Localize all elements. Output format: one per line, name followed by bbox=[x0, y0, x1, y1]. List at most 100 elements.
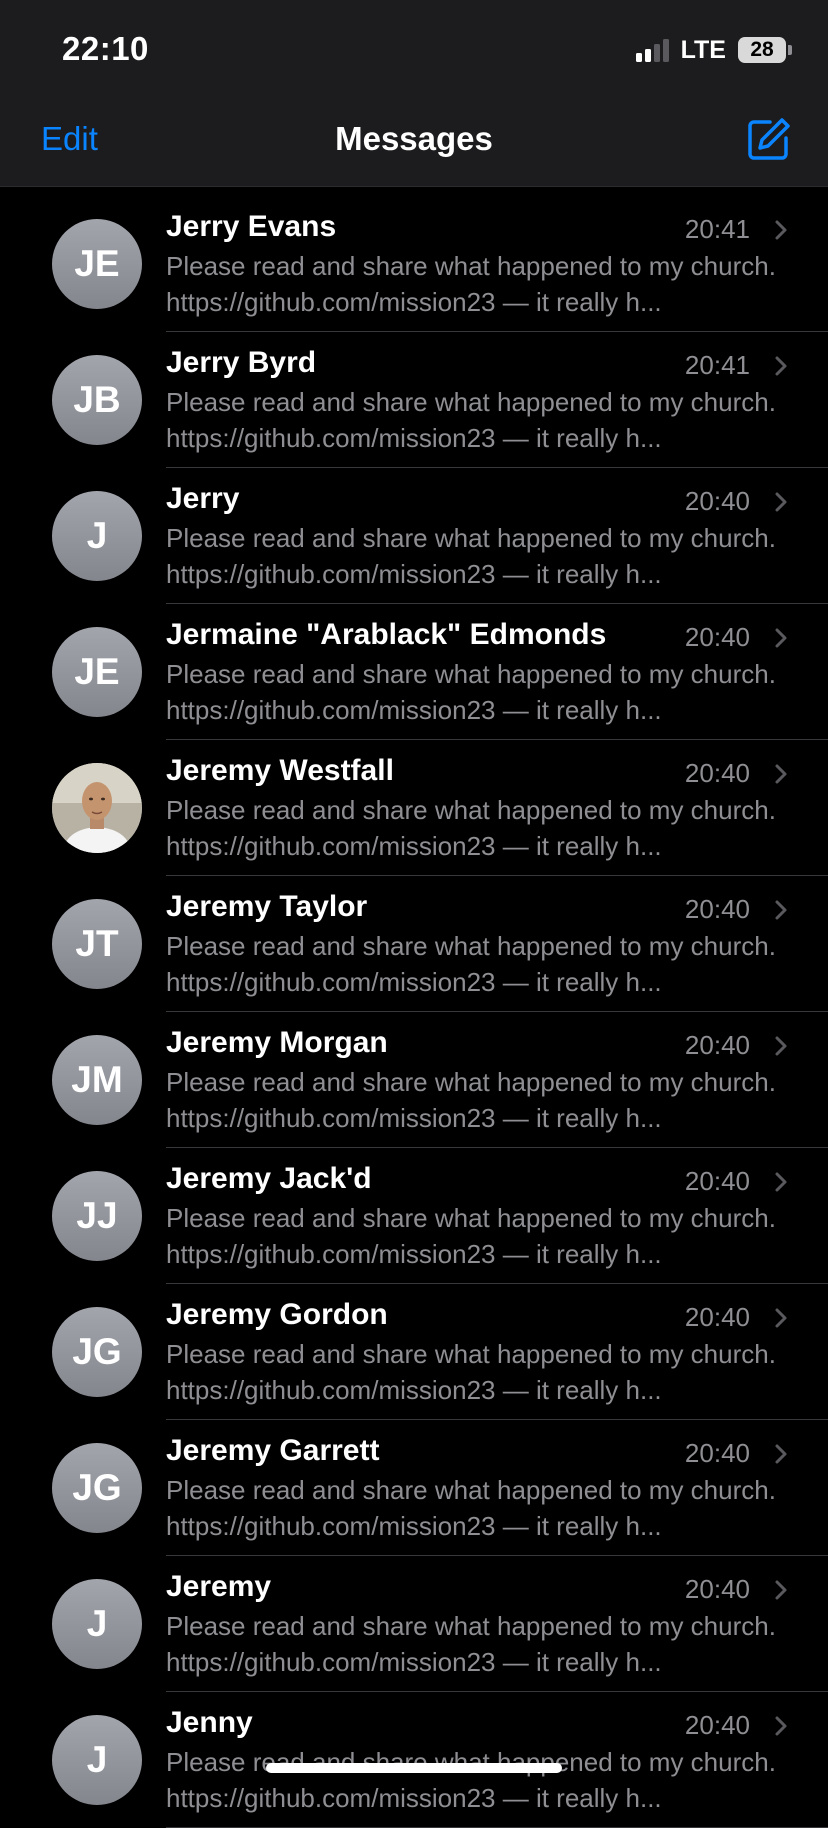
message-time: 20:40 bbox=[684, 1302, 750, 1332]
message-preview: Please read and share what happened to m… bbox=[166, 387, 776, 453]
conversation-content: Jeremy Jack'd 20:40 Please read and share … bbox=[166, 1148, 828, 1284]
status-indicators: LTE 28 bbox=[635, 34, 792, 66]
contact-photo-avatar bbox=[52, 763, 142, 853]
contact-initials-avatar: JE bbox=[52, 627, 142, 717]
network-type: LTE bbox=[680, 35, 726, 64]
message-preview: Please read and share what happened to m… bbox=[166, 795, 776, 861]
contact-initials-avatar: J bbox=[52, 1579, 142, 1669]
chevron-right-icon bbox=[772, 1442, 790, 1466]
contact-name: Jeremy Garrett bbox=[166, 1434, 380, 1467]
contact-initials-avatar: J bbox=[52, 491, 142, 581]
chevron-right-icon bbox=[772, 626, 790, 650]
conversation-content: Jerry 20:40 Please read and share what hap… bbox=[166, 468, 828, 604]
message-preview: Please read and share what happened to m… bbox=[166, 1611, 776, 1677]
conversation-row[interactable]: JE Jermaine "Arablack" Edmonds 20:40 Please… bbox=[0, 604, 828, 740]
message-time: 20:41 bbox=[684, 350, 750, 380]
battery-tip bbox=[788, 45, 792, 55]
conversation-row[interactable]: JT Jeremy Taylor 20:40 Please read and shar… bbox=[0, 876, 828, 1012]
conversation-content: Jerry Byrd 20:41 Please read and share wha… bbox=[166, 332, 828, 468]
message-time: 20:41 bbox=[684, 214, 750, 244]
conversation-row[interactable]: J Jenny 20:40 Please read and share what ha… bbox=[0, 1692, 828, 1828]
chevron-right-icon bbox=[772, 1034, 790, 1058]
avatar-initials: JE bbox=[74, 651, 120, 692]
home-indicator[interactable] bbox=[266, 1763, 562, 1773]
avatar-initials: J bbox=[86, 1603, 108, 1644]
page-title-wrap: Messages bbox=[0, 120, 828, 158]
page-title: Messages bbox=[335, 120, 493, 157]
contact-initials-avatar: JG bbox=[52, 1307, 142, 1397]
message-time: 20:40 bbox=[684, 1710, 750, 1740]
contact-name: Jeremy Morgan bbox=[166, 1026, 388, 1059]
cellular-signal-icon bbox=[635, 38, 669, 62]
message-preview: Please read and share what happened to m… bbox=[166, 659, 776, 725]
avatar-initials: JB bbox=[73, 379, 121, 420]
message-preview: Please read and share what happened to m… bbox=[166, 1339, 776, 1405]
contact-initials-avatar: JB bbox=[52, 355, 142, 445]
message-preview: Please read and share what happened to m… bbox=[166, 1475, 776, 1541]
contact-initials-avatar: JJ bbox=[52, 1171, 142, 1261]
conversation-row[interactable]: JB Jerry Byrd 20:41 Please read and share w… bbox=[0, 332, 828, 468]
chevron-right-icon bbox=[772, 1306, 790, 1330]
chevron-right-icon bbox=[772, 1578, 790, 1602]
contact-initials-avatar: JM bbox=[52, 1035, 142, 1125]
message-time: 20:40 bbox=[684, 1030, 750, 1060]
avatar-initials: J bbox=[86, 1739, 108, 1780]
contact-initials-avatar: JE bbox=[52, 219, 142, 309]
message-time: 20:40 bbox=[684, 758, 750, 788]
message-time: 20:40 bbox=[684, 894, 750, 924]
conversation-row[interactable]: J Jeremy 20:40 Please read and share what h… bbox=[0, 1556, 828, 1692]
contact-name: Jeremy Jack'd bbox=[166, 1162, 372, 1195]
compose-button[interactable] bbox=[746, 116, 792, 162]
chevron-right-icon bbox=[772, 218, 790, 242]
contact-name: Jeremy Gordon bbox=[166, 1298, 388, 1331]
contact-name: Jermaine "Arablack" Edmonds bbox=[166, 618, 607, 651]
contact-name: Jenny bbox=[166, 1706, 253, 1739]
conversation-content: Jeremy Garrett 20:40 Please read and share… bbox=[166, 1420, 828, 1556]
conversation-list: JE Jerry Evans 20:41 Please read and share … bbox=[0, 196, 828, 1828]
conversation-row[interactable]: J Jerry 20:40 Please read and share what ha… bbox=[0, 468, 828, 604]
message-preview: Please read and share what happened to m… bbox=[166, 1747, 776, 1813]
contact-name: Jeremy Westfall bbox=[166, 754, 394, 787]
conversation-content: Jeremy Gordon 20:40 Please read and share … bbox=[166, 1284, 828, 1420]
message-preview: Please read and share what happened to m… bbox=[166, 1067, 776, 1133]
avatar-initials: J bbox=[86, 515, 108, 556]
avatar-initials: JE bbox=[74, 243, 120, 284]
compose-icon bbox=[748, 118, 790, 160]
message-preview: Please read and share what happened to m… bbox=[166, 251, 776, 317]
status-time: 22:10 bbox=[62, 30, 149, 67]
contact-name: Jerry bbox=[166, 482, 240, 515]
conversation-content: Jeremy Morgan 20:40 Please read and share … bbox=[166, 1012, 828, 1148]
conversation-row[interactable]: JG Jeremy Garrett 20:40 Please read and sha… bbox=[0, 1420, 828, 1556]
chevron-right-icon bbox=[772, 1714, 790, 1738]
message-time: 20:40 bbox=[684, 622, 750, 652]
battery-icon: 28 bbox=[738, 37, 786, 63]
conversation-row[interactable]: Jeremy Westfall 20:40 Please read and shar… bbox=[0, 740, 828, 876]
contact-name: Jerry Byrd bbox=[166, 346, 317, 379]
battery-level: 28 bbox=[750, 38, 774, 61]
chevron-right-icon bbox=[772, 354, 790, 378]
message-time: 20:40 bbox=[684, 1166, 750, 1196]
conversation-row[interactable]: JE Jerry Evans 20:41 Please read and share … bbox=[0, 196, 828, 332]
avatar-initials: JG bbox=[72, 1331, 122, 1372]
contact-name: Jerry Evans bbox=[166, 210, 337, 243]
message-preview: Please read and share what happened to m… bbox=[166, 931, 776, 997]
conversation-content: Jeremy Westfall 20:40 Please read and shar… bbox=[166, 740, 828, 876]
avatar-initials: JT bbox=[75, 923, 119, 964]
chevron-right-icon bbox=[772, 1170, 790, 1194]
chevron-right-icon bbox=[772, 762, 790, 786]
conversation-row[interactable]: JJ Jeremy Jack'd 20:40 Please read and shar… bbox=[0, 1148, 828, 1284]
avatar-initials: JJ bbox=[76, 1195, 118, 1236]
message-preview: Please read and share what happened to m… bbox=[166, 1203, 776, 1269]
conversation-content: Jerry Evans 20:41 Please read and share wh… bbox=[166, 196, 828, 332]
edit-button[interactable]: Edit bbox=[41, 120, 98, 158]
contact-initials-avatar: JT bbox=[52, 899, 142, 989]
header: 22:10 LTE 28 Edit Messages bbox=[0, 0, 828, 187]
conversation-content: Jeremy 20:40 Please read and share what ha… bbox=[166, 1556, 828, 1692]
conversation-row[interactable]: JM Jeremy Morgan 20:40 Please read and shar… bbox=[0, 1012, 828, 1148]
message-time: 20:40 bbox=[684, 1438, 750, 1468]
message-time: 20:40 bbox=[684, 1574, 750, 1604]
contact-name: Jeremy Taylor bbox=[166, 890, 368, 923]
conversation-row[interactable]: JG Jeremy Gordon 20:40 Please read and shar… bbox=[0, 1284, 828, 1420]
chevron-right-icon bbox=[772, 898, 790, 922]
conversation-content: Jenny 20:40 Please read and share what hap… bbox=[166, 1692, 828, 1828]
